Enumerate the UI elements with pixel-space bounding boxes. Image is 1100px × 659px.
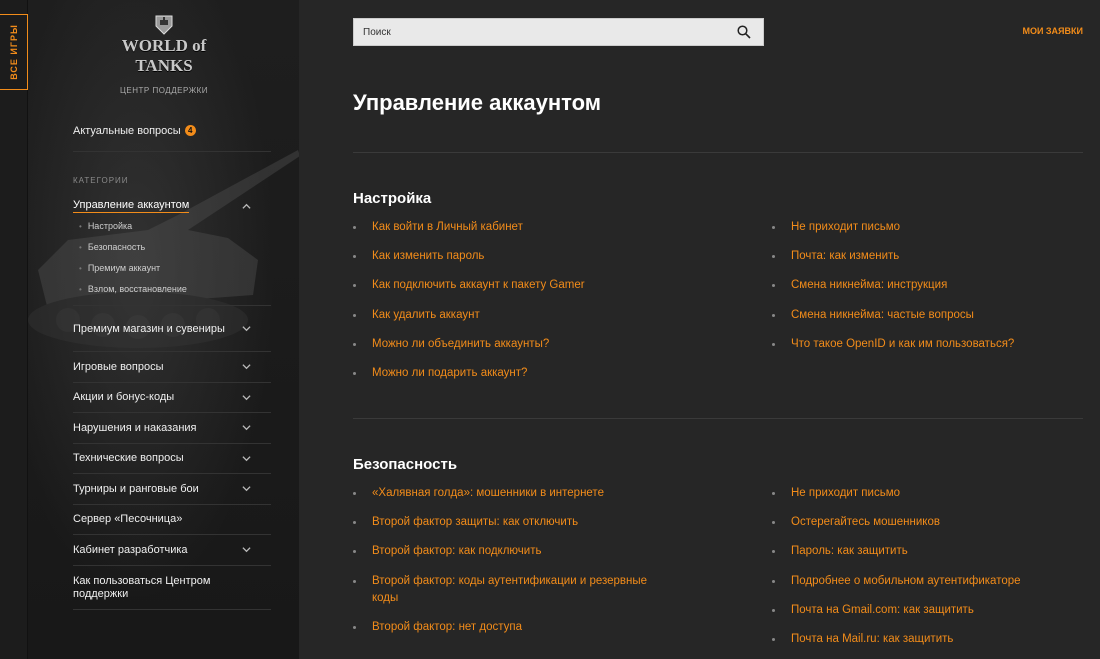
article-link[interactable]: Как подключить аккаунт к пакету Gamer bbox=[353, 277, 663, 294]
category-label: Акции и бонус-коды bbox=[73, 391, 175, 403]
divider bbox=[353, 152, 1083, 153]
section-title-security: Безопасность bbox=[353, 456, 458, 473]
article-link[interactable]: Смена никнейма: частые вопросы bbox=[772, 307, 1082, 324]
all-games-tab[interactable]: ВСЕ ИГРЫ bbox=[0, 14, 28, 90]
article-link[interactable]: Не приходит письмо bbox=[772, 219, 1082, 236]
search-icon[interactable] bbox=[737, 25, 751, 39]
subcategory-settings[interactable]: Настройка bbox=[79, 221, 132, 231]
article-link[interactable]: Пароль: как защитить bbox=[772, 543, 1082, 560]
hot-questions-label: Актуальные вопросы bbox=[73, 124, 181, 137]
article-link[interactable]: Почта на Mail.ru: как защитить bbox=[772, 631, 1082, 648]
category-how-to-use[interactable]: Как пользоваться Центром поддержки bbox=[73, 566, 271, 610]
chevron-down-icon bbox=[242, 394, 251, 400]
games-strip: ВСЕ ИГРЫ bbox=[0, 0, 28, 659]
category-tournaments[interactable]: Турниры и ранговые бои bbox=[73, 474, 271, 505]
brand-subtitle: ЦЕНТР ПОДДЕРЖКИ bbox=[120, 86, 208, 95]
hot-questions-count-badge: 4 bbox=[184, 124, 196, 136]
page-title: Управление аккаунтом bbox=[353, 90, 602, 115]
article-link[interactable]: Можно ли объединить аккаунты? bbox=[353, 336, 663, 353]
category-account-management: Управление аккаунтом Настройка Безопасно… bbox=[73, 196, 271, 306]
article-link[interactable]: «Халявная голда»: мошенники в интернете bbox=[353, 485, 663, 502]
category-label: Турниры и ранговые бои bbox=[73, 482, 199, 495]
category-label: Как пользоваться Центром поддержки bbox=[73, 574, 211, 600]
chevron-down-icon bbox=[242, 486, 251, 492]
category-account-management-label[interactable]: Управление аккаунтом bbox=[73, 199, 190, 213]
category-label: Сервер «Песочница» bbox=[73, 513, 183, 525]
world-of-tanks-logo[interactable]: WORLD of TANKS ЦЕНТР ПОДДЕРЖКИ bbox=[102, 14, 226, 95]
category-promotions[interactable]: Акции и бонус-коды bbox=[73, 383, 271, 413]
category-premium-shop[interactable]: Премиум магазин и сувениры bbox=[73, 307, 271, 352]
chevron-down-icon bbox=[242, 547, 251, 553]
category-label: Премиум магазин и сувениры bbox=[73, 322, 225, 335]
article-link[interactable]: Второй фактор: нет доступа bbox=[353, 619, 663, 636]
article-link[interactable]: Подробнее о мобильном аутентификаторе bbox=[772, 573, 1082, 590]
article-link[interactable]: Почта на Gmail.com: как защитить bbox=[772, 602, 1082, 619]
chevron-down-icon bbox=[242, 326, 251, 332]
article-link[interactable]: Не приходит письмо bbox=[772, 485, 1082, 502]
hot-questions-link[interactable]: Актуальные вопросы 4 bbox=[73, 110, 271, 152]
subcategory-recovery[interactable]: Взлом, восстановление bbox=[79, 284, 187, 294]
article-link[interactable]: Второй фактор: как подключить bbox=[353, 543, 663, 560]
category-technical[interactable]: Технические вопросы bbox=[73, 444, 271, 474]
article-link[interactable]: Почта: как изменить bbox=[772, 248, 1082, 265]
category-label: Кабинет разработчика bbox=[73, 543, 188, 556]
category-label: Технические вопросы bbox=[73, 452, 184, 464]
article-link[interactable]: Как удалить аккаунт bbox=[353, 307, 663, 324]
article-link[interactable]: Что такое OpenID и как им пользоваться? bbox=[772, 336, 1082, 353]
article-link[interactable]: Остерегайтесь мошенников bbox=[772, 514, 1082, 531]
article-link[interactable]: Второй фактор защиты: как отключить bbox=[353, 514, 663, 531]
article-link[interactable]: Смена никнейма: инструкция bbox=[772, 277, 1082, 294]
category-developer-cabinet[interactable]: Кабинет разработчика bbox=[73, 535, 271, 566]
tank-emblem-icon bbox=[155, 15, 173, 35]
category-violations[interactable]: Нарушения и наказания bbox=[73, 413, 271, 444]
all-games-label: ВСЕ ИГРЫ bbox=[8, 24, 19, 80]
brand-wordmark: WORLD of TANKS bbox=[121, 36, 207, 75]
categories-heading: КАТЕГОРИИ bbox=[73, 176, 129, 185]
article-link[interactable]: Как войти в Личный кабинет bbox=[353, 219, 663, 236]
chevron-up-icon[interactable] bbox=[242, 202, 251, 211]
category-label: Нарушения и наказания bbox=[73, 421, 197, 434]
article-link[interactable]: Можно ли подарить аккаунт? bbox=[353, 365, 663, 382]
my-requests-link[interactable]: МОИ ЗАЯВКИ bbox=[1022, 26, 1083, 36]
chevron-down-icon bbox=[242, 425, 251, 431]
chevron-down-icon bbox=[242, 364, 251, 370]
chevron-down-icon bbox=[242, 455, 251, 461]
category-label: Игровые вопросы bbox=[73, 360, 164, 373]
search-input[interactable] bbox=[354, 19, 737, 45]
article-link[interactable]: Второй фактор: коды аутентификации и рез… bbox=[353, 573, 653, 607]
category-sandbox[interactable]: Сервер «Песочница» bbox=[73, 505, 271, 535]
subcategory-premium-account[interactable]: Премиум аккаунт bbox=[79, 263, 160, 273]
main-content: МОИ ЗАЯВКИ Управление аккаунтом Настройк… bbox=[299, 0, 1100, 659]
category-game-questions[interactable]: Игровые вопросы bbox=[73, 352, 271, 383]
search-bar bbox=[353, 18, 764, 46]
section-title-settings: Настройка bbox=[353, 190, 432, 207]
divider bbox=[353, 418, 1083, 419]
article-link[interactable]: Как изменить пароль bbox=[353, 248, 663, 265]
subcategory-security[interactable]: Безопасность bbox=[79, 242, 145, 252]
